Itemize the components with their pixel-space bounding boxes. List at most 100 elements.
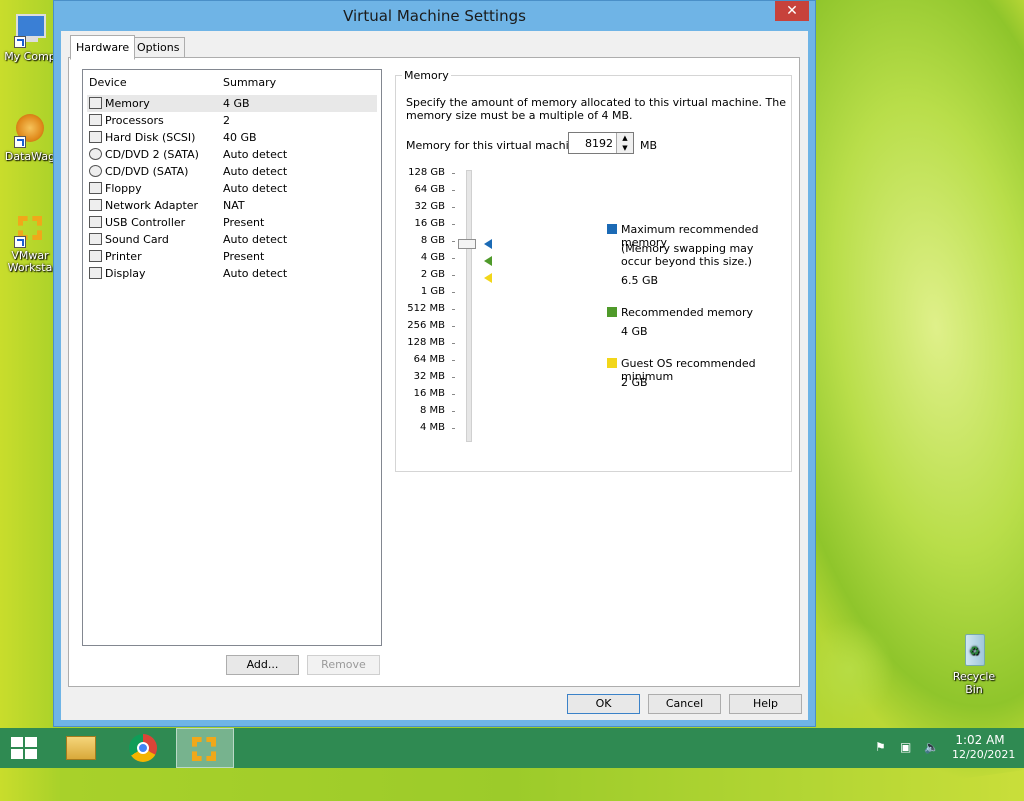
device-name: Network Adapter [105, 199, 199, 212]
device-name: Memory [105, 97, 150, 110]
scale-tick-mark [452, 343, 455, 344]
device-row-processors[interactable]: Processors 2 [87, 112, 377, 129]
speaker-muted-icon[interactable]: 🔈 [924, 740, 939, 754]
cd-icon [89, 148, 102, 160]
device-summary: NAT [223, 199, 245, 212]
scale-tick-mark [452, 190, 455, 191]
memory-slider-track[interactable] [466, 170, 472, 442]
clock[interactable]: 1:02 AM 12/20/2021 [952, 733, 1016, 761]
device-row-cd-dvd[interactable]: CD/DVD (SATA) Auto detect [87, 163, 377, 180]
tab-options[interactable]: Options [131, 37, 186, 59]
vmware-icon [12, 212, 48, 248]
device-summary: 4 GB [223, 97, 250, 110]
spin-up-icon[interactable]: ▲ [616, 133, 633, 143]
device-name: Processors [105, 114, 164, 127]
memory-spinbox[interactable]: 8192 ▲ ▼ [568, 132, 634, 154]
memory-group-title: Memory [402, 69, 451, 82]
device-summary: 2 [223, 114, 230, 127]
device-summary: Auto detect [223, 148, 288, 161]
device-summary: Auto detect [223, 182, 288, 195]
max-legend-swatch [607, 224, 617, 234]
remove-button[interactable]: Remove [307, 655, 380, 675]
minimum-legend-value: 2 GB [621, 376, 648, 389]
memory-input[interactable]: 8192 [585, 137, 613, 150]
recommended-marker-icon [484, 256, 492, 266]
scale-tick-mark [452, 411, 455, 412]
device-summary: Auto detect [223, 233, 288, 246]
device-name: Printer [105, 250, 142, 263]
max-legend-value: 6.5 GB [621, 274, 659, 287]
speaker-icon [89, 233, 102, 245]
wallpaper-leaf-detail [804, 620, 894, 720]
minimum-marker-icon [484, 273, 492, 283]
device-summary: Present [223, 216, 265, 229]
device-name: CD/DVD 2 (SATA) [105, 148, 199, 161]
device-row-printer[interactable]: Printer Present [87, 248, 377, 265]
scale-tick-label: 128 MB [407, 337, 445, 348]
clock-date: 12/20/2021 [952, 748, 1016, 761]
scale-tick-mark [452, 207, 455, 208]
scale-tick-mark [452, 360, 455, 361]
printer-icon [89, 250, 102, 262]
taskbar-vmware[interactable] [176, 728, 234, 768]
start-button[interactable] [0, 728, 58, 768]
scale-tick-label: 64 MB [413, 354, 445, 365]
scale-tick-label: 1 GB [420, 286, 445, 297]
taskbar-file-explorer[interactable] [52, 728, 110, 768]
usb-icon [89, 216, 102, 228]
desktop-icon-my-computer[interactable]: My Comp [0, 12, 60, 63]
recommended-legend-value: 4 GB [621, 325, 648, 338]
recommended-legend-title: Recommended memory [621, 306, 754, 319]
device-row-memory[interactable]: Memory 4 GB [87, 95, 377, 112]
network-icon[interactable]: ▣ [900, 740, 911, 754]
datawag-icon [12, 112, 48, 148]
scale-tick-label: 64 GB [414, 184, 445, 195]
floppy-icon [89, 182, 102, 194]
max-recommended-marker-icon [484, 239, 492, 249]
desktop-icon-datawag[interactable]: DataWag [0, 112, 60, 163]
scale-tick-mark [452, 326, 455, 327]
cancel-button[interactable]: Cancel [648, 694, 721, 714]
add-button[interactable]: Add... [226, 655, 299, 675]
tab-hardware[interactable]: Hardware [70, 35, 136, 60]
device-row-network-adapter[interactable]: Network Adapter NAT [87, 197, 377, 214]
scale-tick-label: 128 GB [408, 167, 445, 178]
clock-time: 1:02 AM [955, 733, 1005, 747]
device-list[interactable]: Device Summary Memory 4 GB Processors 2 … [82, 69, 382, 646]
desktop-icon-vmware[interactable]: VMwar Worksta [0, 212, 60, 274]
spin-down-icon[interactable]: ▼ [616, 143, 633, 153]
max-legend-note: (Memory swapping may occur beyond this s… [621, 242, 754, 268]
taskbar-chrome[interactable] [115, 728, 173, 768]
action-center-flag-icon[interactable]: ⚑ [875, 740, 886, 754]
close-button[interactable]: ✕ [775, 1, 809, 21]
device-row-hard-disk[interactable]: Hard Disk (SCSI) 40 GB [87, 129, 377, 146]
device-name: USB Controller [105, 216, 186, 229]
column-header-summary[interactable]: Summary [223, 76, 276, 89]
scale-tick-label: 16 GB [414, 218, 445, 229]
scale-tick-mark [452, 275, 455, 276]
hardware-tab-panel: Device Summary Memory 4 GB Processors 2 … [68, 57, 800, 687]
ok-button[interactable]: OK [567, 694, 640, 714]
column-header-device[interactable]: Device [89, 76, 127, 89]
device-name: Hard Disk (SCSI) [105, 131, 196, 144]
device-row-cd-dvd-2[interactable]: CD/DVD 2 (SATA) Auto detect [87, 146, 377, 163]
device-row-sound-card[interactable]: Sound Card Auto detect [87, 231, 377, 248]
device-row-usb-controller[interactable]: USB Controller Present [87, 214, 377, 231]
desktop-icon-recycle-bin[interactable]: ♻ Recycle Bin [944, 632, 1004, 696]
title-bar[interactable]: Virtual Machine Settings ✕ [54, 1, 815, 31]
help-button[interactable]: Help [729, 694, 802, 714]
device-summary: Present [223, 250, 265, 263]
close-icon: ✕ [786, 3, 798, 19]
dialog-client-area: Hardware Options Device Summary Memory 4… [61, 31, 808, 720]
scale-tick-label: 2 GB [420, 269, 445, 280]
cd-icon [89, 165, 102, 177]
chrome-icon [129, 734, 157, 762]
memory-slider-thumb[interactable] [458, 239, 476, 249]
device-summary: 40 GB [223, 131, 257, 144]
windows-logo-icon [11, 737, 37, 759]
device-row-floppy[interactable]: Floppy Auto detect [87, 180, 377, 197]
device-name: Floppy [105, 182, 142, 195]
memory-unit: MB [640, 139, 658, 152]
device-row-display[interactable]: Display Auto detect [87, 265, 377, 282]
scale-tick-mark [452, 377, 455, 378]
